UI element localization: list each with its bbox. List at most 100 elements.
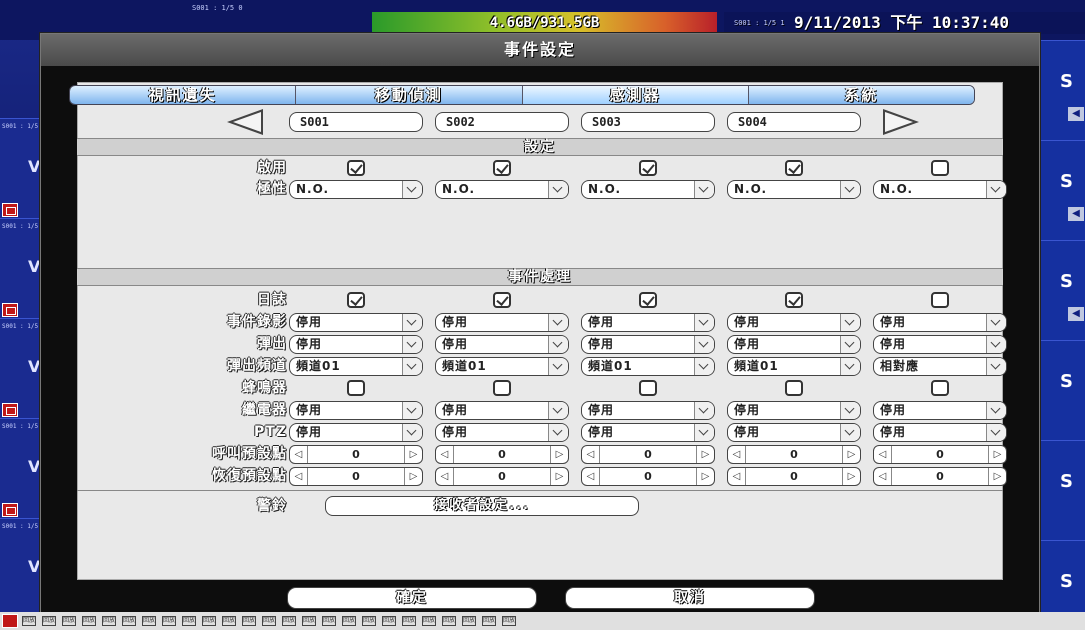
popup-channel-select-5[interactable]: 相對應 [873, 357, 1007, 376]
playback-icon[interactable]: 回放 [302, 616, 316, 626]
tab-video-loss[interactable]: 視訊遺失 [70, 86, 297, 104]
log-checkbox-3[interactable] [639, 292, 657, 308]
log-checkbox-4[interactable] [785, 292, 803, 308]
tab-motion-detection[interactable]: 移動偵測 [296, 86, 523, 104]
popup-select-5[interactable]: 停用 [873, 335, 1007, 354]
video-tile-right-4[interactable]: S [1040, 340, 1085, 440]
playback-icon[interactable]: 回放 [442, 616, 456, 626]
popup-select-2[interactable]: 停用 [435, 335, 569, 354]
polarity-select-5[interactable]: N.O. [873, 180, 1007, 199]
playback-icon[interactable]: 回放 [42, 616, 56, 626]
playback-icon[interactable]: 回放 [222, 616, 236, 626]
playback-icon[interactable]: 回放 [482, 616, 496, 626]
preset-call-stepper-3[interactable]: ◁ 0 ▷ [581, 445, 715, 464]
video-tile-right-1[interactable]: S ◀ [1040, 40, 1085, 140]
playback-icon[interactable]: 回放 [422, 616, 436, 626]
video-tile-left-1[interactable]: S001 : 1/5 V [0, 118, 40, 218]
increment-icon[interactable]: ▷ [842, 446, 860, 463]
playback-icon[interactable]: 回放 [162, 616, 176, 626]
ptz-select-3[interactable]: 停用 [581, 423, 715, 442]
preset-call-stepper-4[interactable]: ◁ 0 ▷ [727, 445, 861, 464]
decrement-icon[interactable]: ◁ [874, 446, 892, 463]
polarity-select-3[interactable]: N.O. [581, 180, 715, 199]
increment-icon[interactable]: ▷ [404, 468, 422, 485]
chevron-left-icon[interactable]: ◀ [1068, 107, 1084, 121]
polarity-select-4[interactable]: N.O. [727, 180, 861, 199]
buzzer-checkbox-3[interactable] [639, 380, 657, 396]
log-checkbox-5[interactable] [931, 292, 949, 308]
playback-icon[interactable]: 回放 [122, 616, 136, 626]
decrement-icon[interactable]: ◁ [582, 468, 600, 485]
sensor-name-3[interactable]: S003 [581, 112, 715, 132]
preset-restore-stepper-3[interactable]: ◁ 0 ▷ [581, 467, 715, 486]
buzzer-checkbox-5[interactable] [931, 380, 949, 396]
tab-system[interactable]: 系統 [748, 86, 974, 104]
relay-select-5[interactable]: 停用 [873, 401, 1007, 420]
ok-button[interactable]: 確定 [287, 587, 537, 609]
tab-sensor[interactable]: 感測器 [522, 86, 749, 104]
preset-restore-stepper-2[interactable]: ◁ 0 ▷ [435, 467, 569, 486]
enable-checkbox-5[interactable] [931, 160, 949, 176]
popup-channel-select-3[interactable]: 頻道01 [581, 357, 715, 376]
playback-icon[interactable]: 回放 [62, 616, 76, 626]
cancel-button[interactable]: 取消 [565, 587, 815, 609]
polarity-select-1[interactable]: N.O. [289, 180, 423, 199]
increment-icon[interactable]: ▷ [842, 468, 860, 485]
sensor-name-4[interactable]: S004 [727, 112, 861, 132]
playback-icon[interactable]: 回放 [82, 616, 96, 626]
sensor-name-1[interactable]: S001 [289, 112, 423, 132]
enable-checkbox-1[interactable] [347, 160, 365, 176]
event-record-select-2[interactable]: 停用 [435, 313, 569, 332]
playback-icon[interactable]: 回放 [462, 616, 476, 626]
playback-icon[interactable]: 回放 [202, 616, 216, 626]
event-record-select-5[interactable]: 停用 [873, 313, 1007, 332]
log-checkbox-1[interactable] [347, 292, 365, 308]
event-record-select-3[interactable]: 停用 [581, 313, 715, 332]
ptz-select-2[interactable]: 停用 [435, 423, 569, 442]
sensor-name-2[interactable]: S002 [435, 112, 569, 132]
playback-icon[interactable]: 回放 [322, 616, 336, 626]
relay-select-2[interactable]: 停用 [435, 401, 569, 420]
popup-channel-select-1[interactable]: 頻道01 [289, 357, 423, 376]
next-arrow-icon[interactable] [883, 109, 919, 135]
preset-restore-stepper-1[interactable]: ◁ 0 ▷ [289, 467, 423, 486]
video-tile-left-4[interactable]: S001 : 1/5 V [0, 418, 40, 518]
preset-call-stepper-2[interactable]: ◁ 0 ▷ [435, 445, 569, 464]
decrement-icon[interactable]: ◁ [436, 468, 454, 485]
video-tile-right-3[interactable]: S ◀ [1040, 240, 1085, 340]
playback-icon[interactable]: 回放 [102, 616, 116, 626]
playback-icon[interactable]: 回放 [262, 616, 276, 626]
enable-checkbox-2[interactable] [493, 160, 511, 176]
relay-select-4[interactable]: 停用 [727, 401, 861, 420]
video-tile-left-3[interactable]: S001 : 1/5 V [0, 318, 40, 418]
increment-icon[interactable]: ▷ [550, 468, 568, 485]
decrement-icon[interactable]: ◁ [874, 468, 892, 485]
video-tile-right-5[interactable]: S [1040, 440, 1085, 540]
playback-icon[interactable]: 回放 [182, 616, 196, 626]
popup-channel-select-4[interactable]: 頻道01 [727, 357, 861, 376]
preset-call-stepper-1[interactable]: ◁ 0 ▷ [289, 445, 423, 464]
ptz-select-4[interactable]: 停用 [727, 423, 861, 442]
playback-icon[interactable]: 回放 [142, 616, 156, 626]
decrement-icon[interactable]: ◁ [290, 446, 308, 463]
increment-icon[interactable]: ▷ [404, 446, 422, 463]
event-record-select-1[interactable]: 停用 [289, 313, 423, 332]
playback-icon[interactable]: 回放 [342, 616, 356, 626]
buzzer-checkbox-1[interactable] [347, 380, 365, 396]
playback-icon[interactable]: 回放 [22, 616, 36, 626]
video-tile-left-5[interactable]: S001 : 1/5 V [0, 518, 40, 618]
playback-icon[interactable]: 回放 [382, 616, 396, 626]
increment-icon[interactable]: ▷ [550, 446, 568, 463]
popup-select-1[interactable]: 停用 [289, 335, 423, 354]
popup-select-4[interactable]: 停用 [727, 335, 861, 354]
receiver-settings-button[interactable]: 接收者設定... [325, 496, 639, 516]
preset-restore-stepper-4[interactable]: ◁ 0 ▷ [727, 467, 861, 486]
playback-icon[interactable]: 回放 [402, 616, 416, 626]
relay-select-1[interactable]: 停用 [289, 401, 423, 420]
decrement-icon[interactable]: ◁ [728, 468, 746, 485]
decrement-icon[interactable]: ◁ [436, 446, 454, 463]
increment-icon[interactable]: ▷ [988, 446, 1006, 463]
decrement-icon[interactable]: ◁ [728, 446, 746, 463]
buzzer-checkbox-4[interactable] [785, 380, 803, 396]
chevron-left-icon[interactable]: ◀ [1068, 307, 1084, 321]
